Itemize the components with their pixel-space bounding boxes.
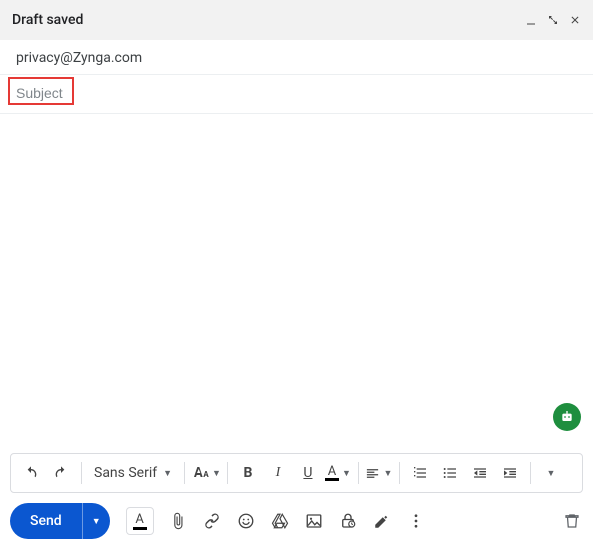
chevron-down-icon: ▼ bbox=[546, 468, 555, 479]
recipients-field[interactable]: privacy@Zynga.com bbox=[0, 40, 593, 75]
message-body[interactable] bbox=[0, 114, 593, 424]
attach-icon[interactable] bbox=[168, 511, 188, 531]
chevron-down-icon: ▼ bbox=[342, 468, 351, 479]
font-size-icon[interactable]: ▼ bbox=[191, 459, 221, 487]
separator bbox=[358, 462, 359, 484]
text-color-button[interactable]: A ▼ bbox=[324, 459, 352, 487]
send-group: Send ▼ bbox=[10, 503, 110, 539]
bottom-toolbar: Send ▼ A bbox=[10, 501, 583, 541]
image-icon[interactable] bbox=[304, 511, 324, 531]
more-options-icon[interactable] bbox=[406, 511, 426, 531]
link-icon[interactable] bbox=[202, 511, 222, 531]
undo-icon[interactable] bbox=[17, 459, 45, 487]
chevron-down-icon: ▼ bbox=[92, 516, 101, 526]
separator bbox=[227, 462, 228, 484]
more-formatting-icon[interactable]: ▼ bbox=[537, 459, 565, 487]
chevron-down-icon: ▼ bbox=[383, 468, 392, 479]
recipient-chip: privacy@Zynga.com bbox=[16, 50, 142, 66]
separator bbox=[399, 462, 400, 484]
redo-icon[interactable] bbox=[47, 459, 75, 487]
font-family-select[interactable]: Sans Serif ▼ bbox=[88, 465, 178, 481]
formatting-toolbar: Sans Serif ▼ ▼ B I U A ▼ ▼ ▼ bbox=[10, 453, 583, 493]
compose-header: Draft saved bbox=[0, 0, 593, 40]
emoji-icon[interactable] bbox=[236, 511, 256, 531]
assistant-icon[interactable] bbox=[553, 403, 581, 431]
numbered-list-icon[interactable] bbox=[406, 459, 434, 487]
confidential-icon[interactable] bbox=[338, 511, 358, 531]
color-bar bbox=[325, 478, 339, 481]
indent-increase-icon[interactable] bbox=[496, 459, 524, 487]
chevron-down-icon: ▼ bbox=[163, 468, 172, 479]
signature-icon[interactable] bbox=[372, 511, 392, 531]
separator bbox=[184, 462, 185, 484]
close-icon[interactable] bbox=[569, 14, 581, 26]
separator bbox=[530, 462, 531, 484]
font-family-label: Sans Serif bbox=[94, 465, 157, 481]
underline-button[interactable]: U bbox=[294, 459, 322, 487]
chevron-down-icon: ▼ bbox=[212, 468, 221, 479]
fullscreen-icon[interactable] bbox=[547, 14, 559, 26]
bulleted-list-icon[interactable] bbox=[436, 459, 464, 487]
formatting-options-button[interactable]: A bbox=[126, 507, 154, 535]
subject-input[interactable] bbox=[10, 81, 583, 105]
indent-decrease-icon[interactable] bbox=[466, 459, 494, 487]
bold-button[interactable]: B bbox=[234, 459, 262, 487]
send-button[interactable]: Send bbox=[10, 503, 82, 539]
align-button[interactable]: ▼ bbox=[365, 459, 393, 487]
drive-icon[interactable] bbox=[270, 511, 290, 531]
italic-button[interactable]: I bbox=[264, 459, 292, 487]
color-bar bbox=[133, 527, 147, 530]
minimize-icon[interactable] bbox=[525, 14, 537, 26]
trash-icon[interactable] bbox=[561, 510, 583, 532]
subject-row bbox=[0, 75, 593, 114]
send-options-button[interactable]: ▼ bbox=[82, 503, 110, 539]
header-title: Draft saved bbox=[12, 12, 525, 28]
separator bbox=[81, 462, 82, 484]
